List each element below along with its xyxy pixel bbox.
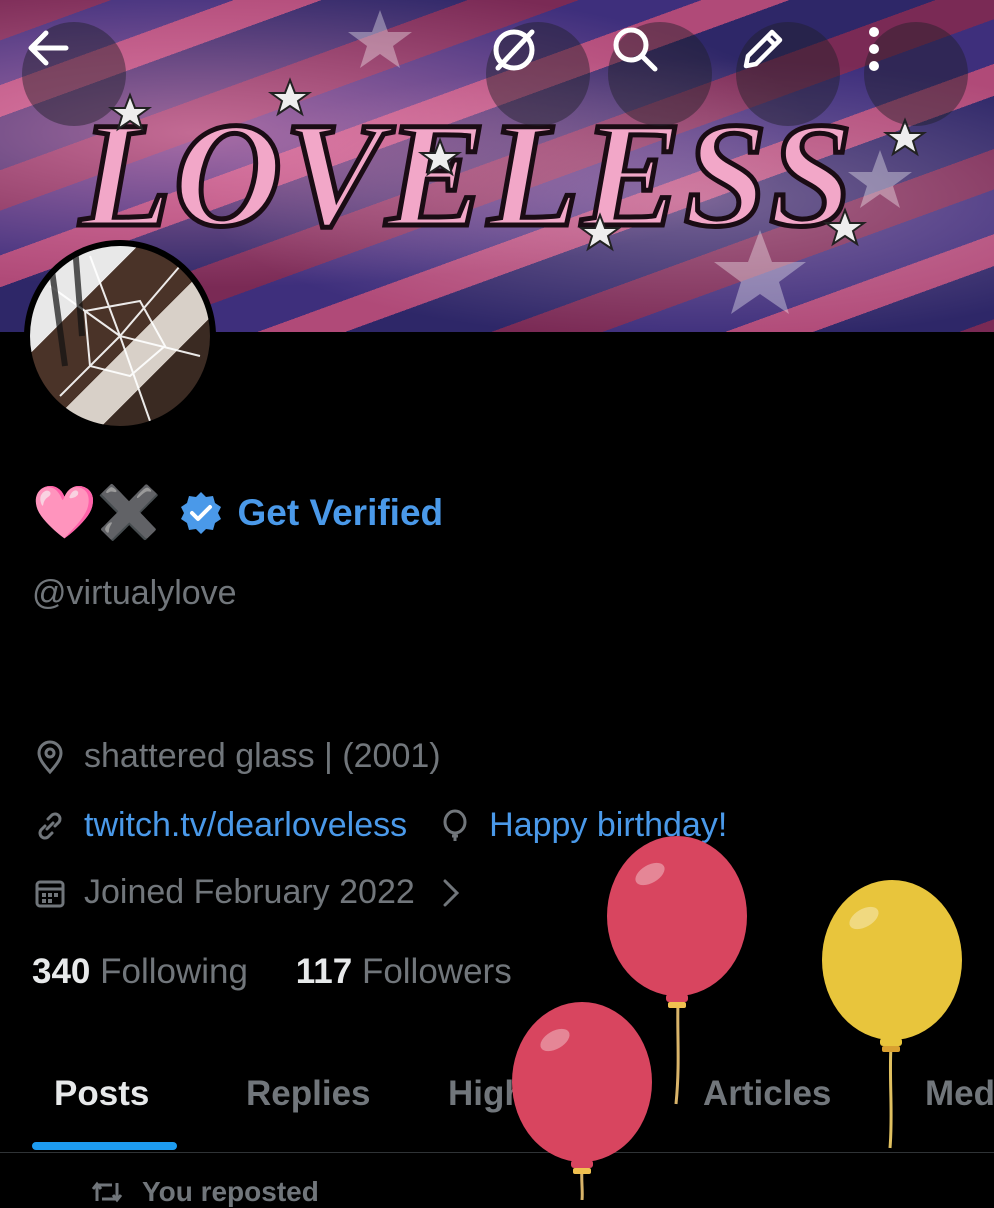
tab-replies[interactable]: Replies <box>246 1074 371 1114</box>
search-button[interactable] <box>608 22 712 126</box>
birthday-balloon-yellow <box>822 880 962 1149</box>
follow-counts: 340 Following 117 Followers <box>32 952 512 992</box>
avatar[interactable] <box>24 240 216 432</box>
joined-row[interactable]: Joined February 2022 <box>32 873 463 912</box>
location-pin-icon <box>32 739 68 775</box>
edit-button[interactable] <box>736 22 840 126</box>
followers-count: 117 <box>295 952 353 991</box>
following-label: Following <box>100 952 248 991</box>
location-row: shattered glass | (2001) <box>32 737 441 776</box>
avatar-image <box>30 246 210 426</box>
following-count: 340 <box>32 952 91 991</box>
active-tab-indicator <box>32 1142 177 1150</box>
tab-posts[interactable]: Posts <box>54 1074 149 1114</box>
arrow-left-icon <box>28 30 69 66</box>
search-icon <box>613 27 658 72</box>
birthday-balloon-red-2 <box>512 1002 652 1200</box>
grok-icon <box>493 29 535 71</box>
get-verified-link[interactable]: Get Verified <box>238 492 444 534</box>
display-name-row: 🩷✖️ Get Verified <box>32 478 443 548</box>
more-vertical-icon <box>869 27 879 71</box>
grok-button[interactable] <box>486 22 590 126</box>
repost-icon <box>91 1181 123 1203</box>
link-icon <box>32 808 68 844</box>
repost-indicator: You reposted <box>90 1176 319 1208</box>
avatar-artwork <box>47 246 201 422</box>
location-text: shattered glass | (2001) <box>84 737 441 775</box>
calendar-icon <box>32 875 68 911</box>
banner-title: LOVELESS <box>78 92 855 258</box>
display-name: 🩷✖️ <box>32 483 162 543</box>
pencil-icon <box>743 29 783 69</box>
balloon-icon <box>437 808 473 844</box>
following-stat[interactable]: 340 Following <box>32 952 248 991</box>
repost-label: You reposted <box>142 1176 319 1207</box>
profile-handle: @virtualylove <box>32 574 237 612</box>
chevron-right-icon <box>443 879 459 906</box>
followers-stat[interactable]: 117 Followers <box>296 952 512 991</box>
back-button[interactable] <box>22 22 126 126</box>
joined-text: Joined February 2022 <box>84 873 415 911</box>
followers-label: Followers <box>361 952 512 991</box>
more-button[interactable] <box>864 22 968 126</box>
verified-badge-icon <box>180 492 221 534</box>
website-link[interactable]: twitch.tv/dearloveless <box>84 806 407 845</box>
